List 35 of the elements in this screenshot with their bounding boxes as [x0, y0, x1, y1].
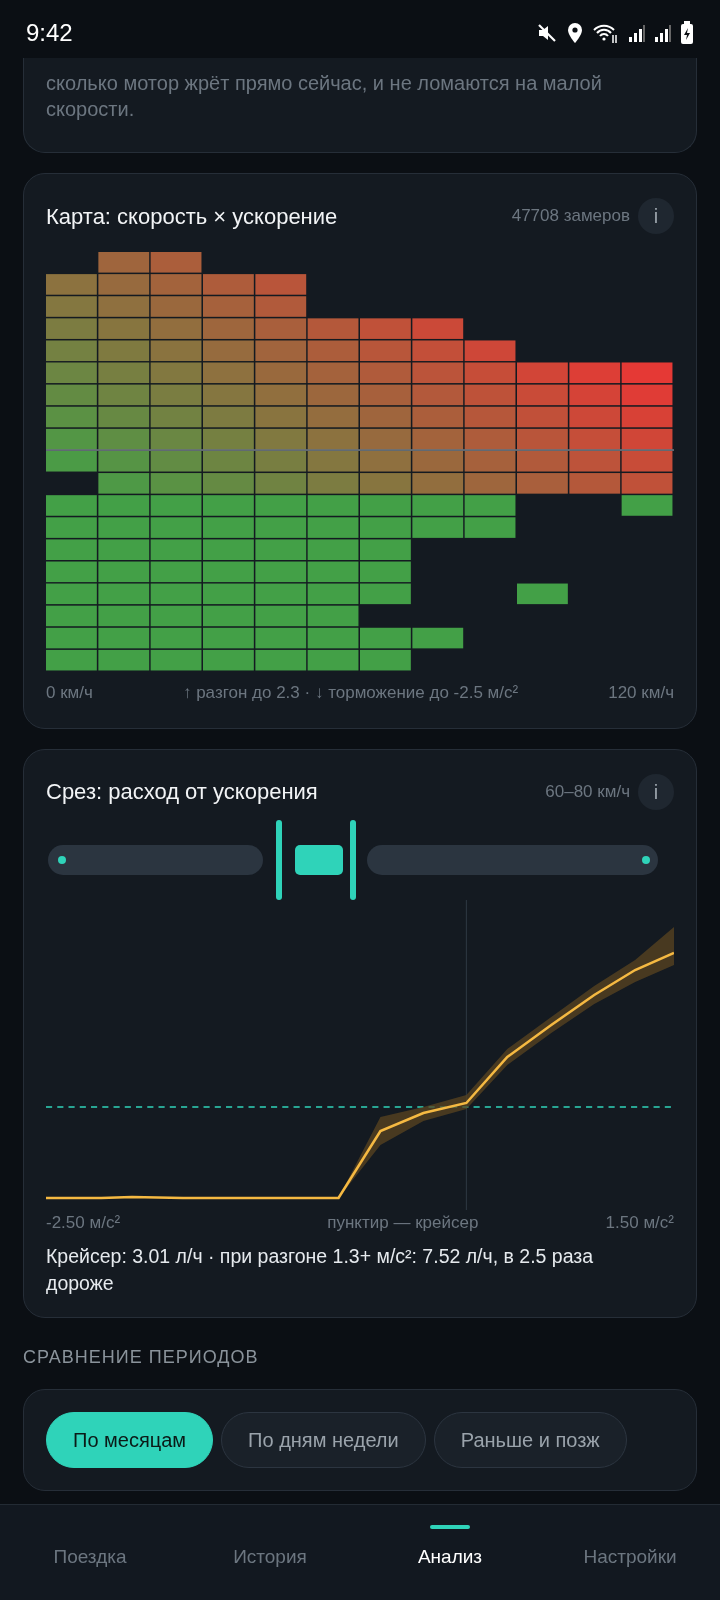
- section-heading: СРАВНЕНИЕ ПЕРИОДОВ: [23, 1346, 260, 1369]
- mute-icon: [536, 22, 558, 44]
- card-title: Карта: скорость × ускорение: [46, 202, 338, 231]
- axis-label: 0 км/ч: [46, 682, 93, 704]
- sample-count: 47708 замеров: [511, 205, 630, 228]
- slider-handle[interactable]: [350, 819, 356, 900]
- nav-tab[interactable]: История: [180, 1505, 360, 1600]
- signal-icon: [628, 23, 646, 43]
- filter-chip[interactable]: Раньше и позж: [433, 1412, 627, 1468]
- tab-indicator: [430, 1525, 470, 1529]
- wifi-icon: [592, 22, 620, 44]
- track-dot: [58, 855, 66, 864]
- nav-tab[interactable]: Настройки: [540, 1505, 720, 1600]
- axis-label: 1.50 м/с²: [605, 1211, 674, 1234]
- track-dot: [642, 855, 650, 864]
- battery-icon: [680, 21, 694, 45]
- filter-chip[interactable]: По месяцам: [46, 1412, 214, 1468]
- speed-range: 60–80 км/ч: [545, 780, 630, 803]
- signal-icon: [654, 23, 672, 43]
- location-icon: [566, 22, 584, 44]
- slider-handle[interactable]: [276, 819, 283, 900]
- info-button[interactable]: i: [638, 198, 674, 234]
- legend-text: ↑ разгон до 2.3 · ↓ торможение до -2.5 м/с²: [182, 682, 519, 704]
- nav-tab[interactable]: Поездка: [0, 1505, 180, 1600]
- summary-text: Крейсер: 3.01 л/ч · при разгоне 1.3+ м/с²: 7.52 л/ч, в 2.5 раза дороже: [46, 1244, 595, 1296]
- card-title: Срез: расход от ускорения: [46, 778, 318, 806]
- intro-text: сколько мотор жрёт прямо сейчас, и не ломаются на малой скорости.: [23, 58, 697, 153]
- axis-label: -2.50 м/с²: [46, 1211, 121, 1234]
- clock-time: 9:42: [26, 18, 73, 48]
- nav-tab[interactable]: Анализ: [360, 1505, 540, 1600]
- range-thumb[interactable]: [295, 844, 344, 875]
- legend-text: пунктир — крейсер: [327, 1211, 479, 1234]
- info-button[interactable]: i: [638, 773, 674, 810]
- axis-label: 120 км/ч: [608, 682, 674, 704]
- filter-chip[interactable]: По дням недели: [221, 1412, 426, 1468]
